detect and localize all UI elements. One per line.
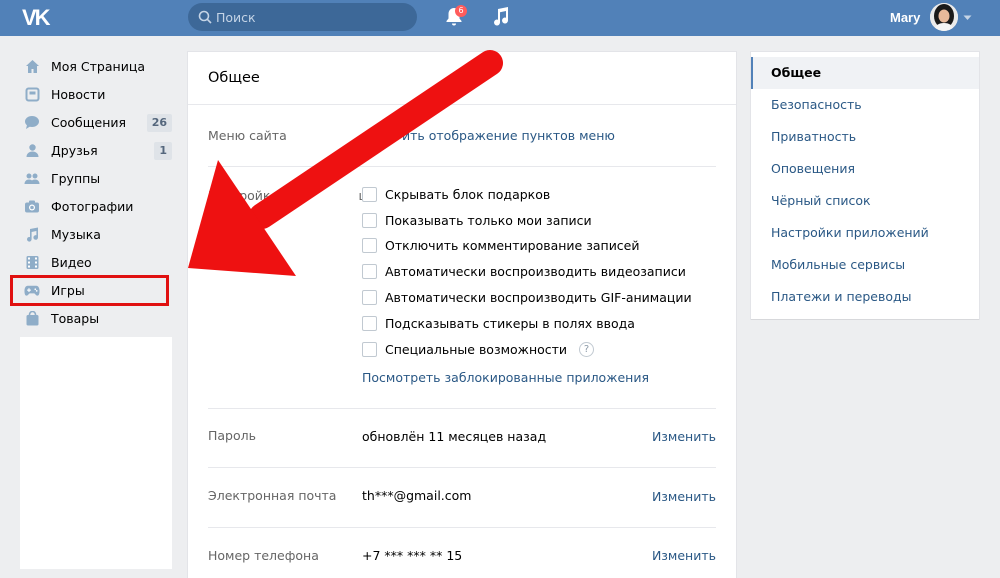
sidebar-item-label: Музыка [51, 226, 101, 242]
search-box[interactable] [188, 3, 417, 31]
email-label: Электронная почта [208, 488, 337, 503]
checkbox-accessibility[interactable]: Специальные возможности ? [362, 340, 595, 358]
news-icon [24, 86, 40, 102]
page-title: Общее [208, 70, 260, 86]
camera-icon [24, 198, 40, 214]
page-settings-label: Настройкцы [208, 188, 377, 203]
messages-icon [24, 114, 40, 130]
phone-value: +7 *** *** ** 15 [362, 548, 463, 563]
music-note-icon [24, 226, 40, 242]
settings-tab-general[interactable]: Общее [751, 57, 979, 89]
checkbox-label: Автоматически воспроизводить GIF-анимаци… [385, 289, 692, 305]
checkbox-autoplay-video[interactable]: Автоматически воспроизводить видеозаписи [362, 262, 686, 280]
sidebar-item-messages[interactable]: Сообщения 26 [14, 108, 174, 136]
top-header: VK 6 Mary [0, 0, 1000, 36]
sidebar-item-label: Друзья [51, 142, 98, 158]
friends-count-badge: 1 [154, 142, 172, 160]
settings-tab-mobile-services[interactable]: Мобильные сервисы [751, 249, 979, 281]
section-divider [208, 166, 716, 167]
checkbox-box[interactable] [362, 212, 377, 228]
change-phone-button[interactable]: Изменить [652, 548, 716, 563]
checkbox-label: Специальные возможности [385, 341, 568, 357]
sidebar-item-label: Видео [51, 254, 92, 270]
password-label: Пароль [208, 428, 256, 443]
section-divider [208, 527, 716, 528]
checkbox-box[interactable] [362, 186, 377, 202]
checkbox-only-my-posts[interactable]: Показывать только мои записи [362, 211, 592, 229]
sidebar-item-label: Моя Страница [51, 58, 145, 74]
settings-tab-privacy[interactable]: Приватность [751, 121, 979, 153]
home-icon [24, 58, 40, 74]
password-value: обновлён 11 месяцев назад [362, 429, 547, 444]
music-icon[interactable] [492, 6, 510, 28]
sidebar-item-groups[interactable]: Группы [14, 164, 174, 192]
help-icon[interactable]: ? [579, 341, 595, 357]
checkbox-box[interactable] [362, 263, 377, 279]
sidebar-item-label: Товары [51, 310, 100, 326]
sidebar-item-label: Фотографии [51, 198, 134, 214]
sidebar-item-label: Новости [51, 86, 106, 102]
sidebar-item-news[interactable]: Новости [14, 80, 174, 108]
page-settings-label-head: Настройк [208, 188, 271, 203]
sidebar-item-video[interactable]: Видео [14, 248, 174, 276]
games-highlight-frame [10, 275, 169, 306]
sidebar-item-friends[interactable]: Друзья 1 [14, 136, 174, 164]
blocked-apps-link[interactable]: Посмотреть заблокированные приложения [362, 370, 649, 385]
sidebar-item-my-page[interactable]: Моя Страница [14, 52, 174, 80]
settings-tab-blacklist[interactable]: Чёрный список [751, 185, 979, 217]
checkbox-suggest-stickers[interactable]: Подсказывать стикеры в полях ввода [362, 314, 635, 332]
checkbox-autoplay-gif[interactable]: Автоматически воспроизводить GIF-анимаци… [362, 288, 692, 306]
search-icon [198, 10, 212, 24]
checkbox-hide-gifts[interactable]: Скрывать блок подарков [362, 185, 550, 203]
site-menu-link[interactable]: ить отображение пунктов меню [402, 128, 615, 143]
user-name[interactable]: Mary [890, 10, 920, 25]
change-password-button[interactable]: Изменить [652, 429, 716, 444]
title-divider [188, 104, 736, 105]
settings-tab-notifications[interactable]: Оповещения [751, 153, 979, 185]
checkbox-box[interactable] [362, 315, 377, 331]
checkbox-box[interactable] [362, 341, 377, 357]
notification-badge: 6 [455, 5, 467, 17]
section-divider [208, 408, 716, 409]
search-input[interactable] [216, 3, 411, 31]
change-email-button[interactable]: Изменить [652, 489, 716, 504]
sidebar-ad-block [20, 337, 172, 569]
settings-menu: Общее Безопасность Приватность Оповещени… [751, 52, 979, 319]
avatar[interactable] [930, 3, 958, 31]
settings-tab-security[interactable]: Безопасность [751, 89, 979, 121]
settings-panel: Общее Меню сайта ить отображение пунктов… [188, 52, 736, 578]
email-value: th***@gmail.com [362, 488, 472, 503]
friends-icon [24, 142, 40, 158]
video-icon [24, 254, 40, 270]
sidebar-item-label: Группы [51, 170, 101, 186]
checkbox-label: Подсказывать стикеры в полях ввода [385, 315, 635, 331]
checkbox-disable-comments[interactable]: Отключить комментирование записей [362, 236, 640, 254]
sidebar-item-photos[interactable]: Фотографии [14, 192, 174, 220]
checkbox-box[interactable] [362, 237, 377, 253]
groups-icon [24, 170, 40, 186]
phone-label: Номер телефона [208, 548, 319, 563]
checkbox-label: Показывать только мои записи [385, 212, 592, 228]
checkbox-box[interactable] [362, 289, 377, 305]
messages-count-badge: 26 [146, 114, 172, 132]
site-menu-label: Меню сайта [208, 128, 287, 143]
chevron-down-icon[interactable] [963, 15, 972, 21]
settings-tab-payments[interactable]: Платежи и переводы [751, 281, 979, 313]
settings-tab-app-settings[interactable]: Настройки приложений [751, 217, 979, 249]
sidebar-item-goods[interactable]: Товары [14, 304, 174, 332]
checkbox-label: Отключить комментирование записей [385, 237, 640, 253]
bag-icon [24, 310, 40, 326]
checkbox-label: Скрывать блок подарков [385, 186, 551, 202]
vk-logo[interactable]: VK [22, 5, 51, 31]
checkbox-label: Автоматически воспроизводить видеозаписи [385, 263, 686, 279]
sidebar-item-label: Сообщения [51, 114, 127, 130]
sidebar-item-music[interactable]: Музыка [14, 220, 174, 248]
avatar-image [930, 3, 958, 31]
section-divider [208, 467, 716, 468]
